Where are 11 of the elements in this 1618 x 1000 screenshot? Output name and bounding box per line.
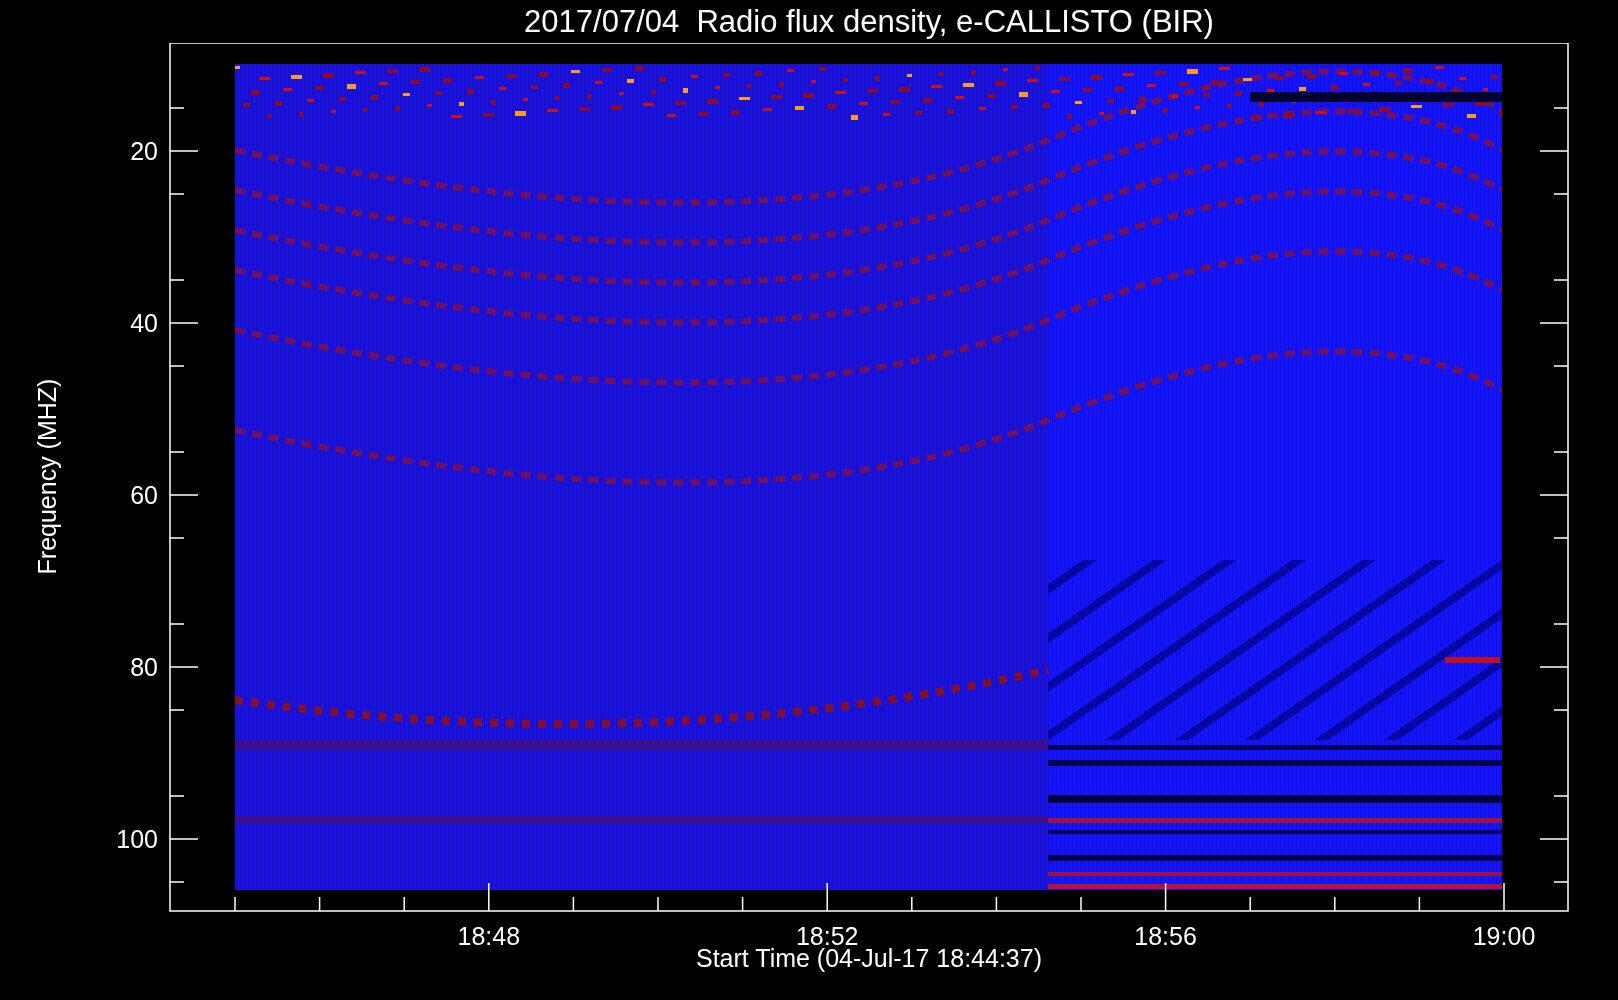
y-tick-label: 100 (116, 825, 158, 853)
x-tick-label: 18:56 (1134, 922, 1197, 950)
y-tick-label: 80 (130, 653, 158, 681)
y-tick-label: 40 (130, 309, 158, 337)
y-tick-label: 20 (130, 137, 158, 165)
x-tick-label: 18:48 (457, 922, 521, 950)
x-axis-label: Start Time (04-Jul-17 18:44:37) (696, 944, 1042, 973)
y-axis-label: Frequency (MHZ) (33, 378, 62, 575)
x-tick-label: 19:00 (1472, 922, 1536, 950)
chart-title: 2017/07/04 Radio flux density, e-CALLISTO (BIR) (523, 2, 1215, 41)
y-tick-label: 60 (130, 481, 158, 509)
